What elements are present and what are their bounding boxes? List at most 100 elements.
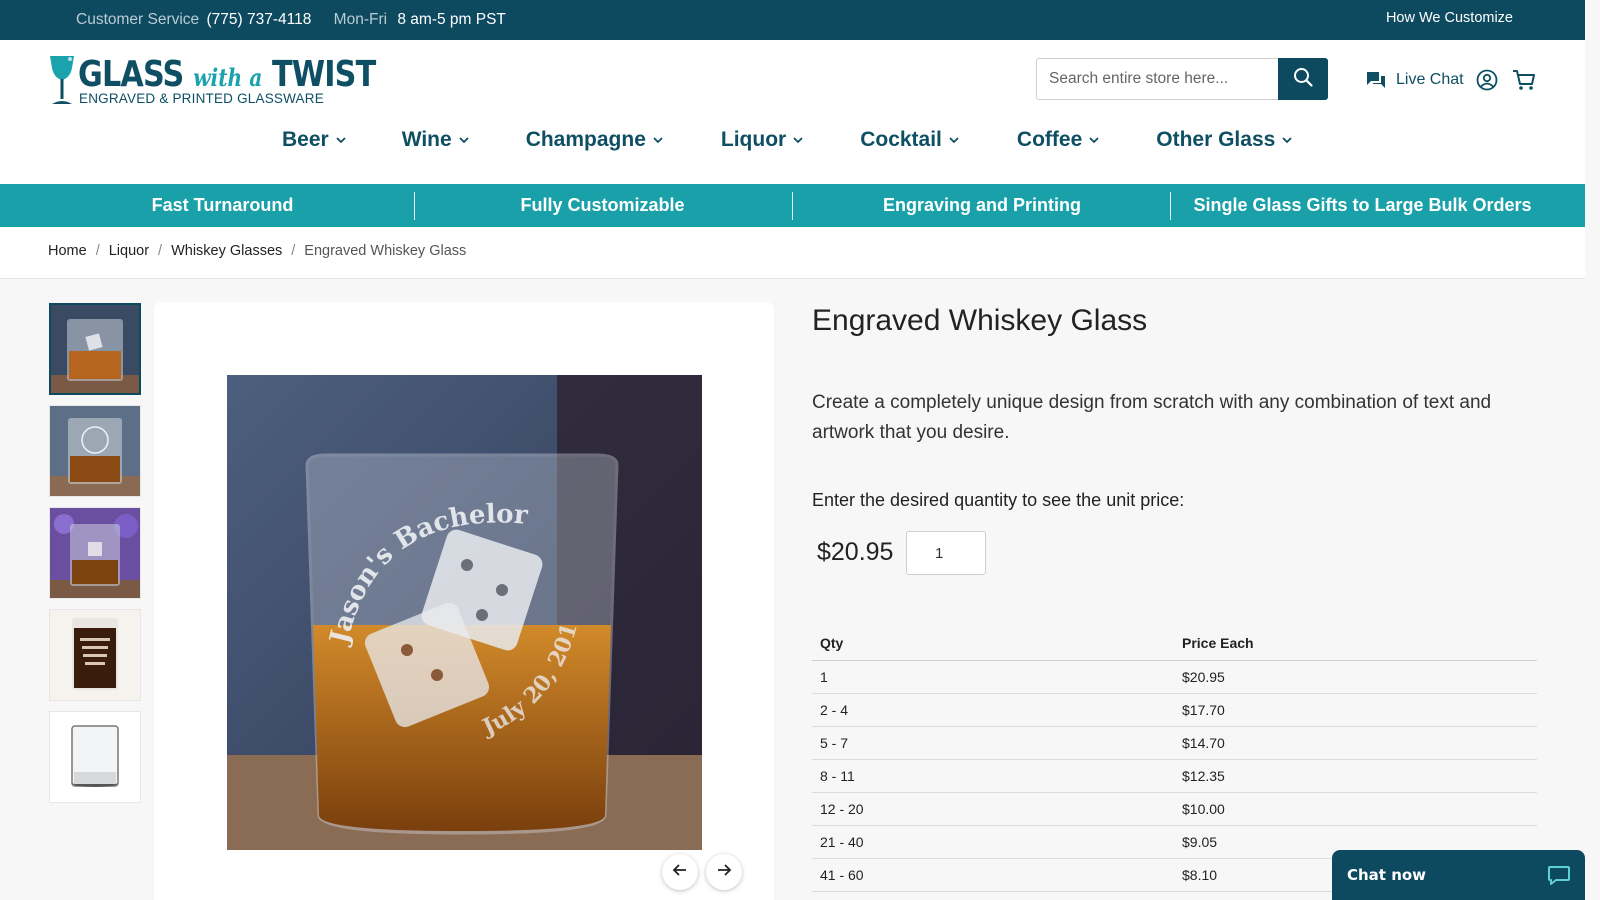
hours-label: Mon-Fri bbox=[333, 11, 388, 28]
search-box bbox=[1036, 58, 1328, 100]
cart-icon[interactable] bbox=[1512, 69, 1536, 91]
product-main-image[interactable]: Jason's Bachelor Party July 20, 2015 bbox=[227, 375, 702, 850]
how-we-customize-link[interactable]: How We Customize bbox=[1386, 10, 1513, 26]
quantity-input[interactable] bbox=[906, 531, 986, 575]
price-cell: $10.00 bbox=[1174, 792, 1537, 826]
logo-wordmark: GLASS with a TWIST bbox=[78, 54, 376, 95]
product-title: Engraved Whiskey Glass bbox=[812, 304, 1148, 337]
band-divider bbox=[414, 192, 415, 220]
nav-item-cocktail[interactable]: Cocktail bbox=[860, 128, 960, 152]
header-price-each: Price Each bbox=[1174, 626, 1537, 661]
qty-cell: 8 - 11 bbox=[812, 759, 1174, 793]
features-band: Fast Turnaround Fully Customizable Engra… bbox=[0, 184, 1585, 227]
qty-cell: 5 - 7 bbox=[812, 726, 1174, 760]
account-icon[interactable] bbox=[1476, 69, 1498, 91]
site-logo[interactable]: GLASS with a TWIST ENGRAVED & PRINTED GL… bbox=[48, 54, 376, 111]
chevron-down-icon bbox=[1281, 136, 1293, 144]
chat-bubble-icon bbox=[1547, 864, 1571, 891]
nav-label: Champagne bbox=[525, 128, 646, 151]
breadcrumb-home[interactable]: Home bbox=[48, 243, 87, 259]
feature-fast-turnaround: Fast Turnaround bbox=[151, 195, 294, 215]
header-actions: Live Chat bbox=[1366, 67, 1536, 93]
qty-cell: 12 - 20 bbox=[812, 792, 1174, 826]
chat-now-widget[interactable]: Chat now bbox=[1332, 850, 1585, 900]
table-row: 5 - 7 $14.70 bbox=[812, 726, 1537, 760]
nav-label: Liquor bbox=[720, 128, 787, 151]
table-row: 1 $20.95 bbox=[812, 660, 1537, 694]
table-row: 2 - 4 $17.70 bbox=[812, 693, 1537, 727]
quantity-prompt: Enter the desired quantity to see the un… bbox=[812, 490, 1185, 510]
product-description: Create a completely unique design from s… bbox=[812, 392, 1492, 443]
search-input[interactable] bbox=[1037, 59, 1279, 99]
chevron-down-icon bbox=[948, 136, 960, 144]
nav-item-champagne[interactable]: Champagne bbox=[526, 128, 664, 152]
search-button[interactable] bbox=[1278, 58, 1328, 100]
logo-text-glass: GLASS bbox=[78, 54, 184, 95]
breadcrumb: Home / Liquor / Whiskey Glasses / Engrav… bbox=[0, 227, 1585, 279]
logo-text-twist: TWIST bbox=[271, 54, 376, 95]
chat-now-label: Chat now bbox=[1347, 866, 1427, 884]
breadcrumb-liquor[interactable]: Liquor bbox=[109, 243, 149, 259]
product-image-viewer: Jason's Bachelor Party July 20, 2015 bbox=[154, 302, 774, 900]
breadcrumb-current: Engraved Whiskey Glass bbox=[304, 243, 467, 259]
logo-tagline: ENGRAVED & PRINTED GLASSWARE bbox=[79, 91, 324, 106]
breadcrumb-separator: / bbox=[291, 243, 296, 259]
wine-glass-logo-icon bbox=[48, 54, 76, 111]
arrow-right-icon bbox=[716, 862, 732, 883]
feature-bulk-orders: Single Glass Gifts to Large Bulk Orders bbox=[1193, 195, 1532, 215]
chevron-down-icon bbox=[458, 136, 470, 144]
nav-label: Beer bbox=[282, 128, 329, 151]
search-icon bbox=[1293, 67, 1313, 92]
main-navigation: Beer Wine Champagne Liquor Cocktail Coff… bbox=[282, 128, 1293, 152]
next-image-button[interactable] bbox=[706, 854, 742, 890]
price-cell: $17.70 bbox=[1174, 693, 1537, 727]
chat-bubbles-icon[interactable] bbox=[1366, 70, 1386, 90]
table-row: 8 - 11 $12.35 bbox=[812, 759, 1537, 793]
hours-value: 8 am-5 pm PST bbox=[397, 11, 506, 28]
feature-engraving-printing: Engraving and Printing bbox=[882, 195, 1081, 215]
customer-service-info: Customer Service (775) 737-4118 Mon-Fri … bbox=[76, 11, 506, 29]
nav-item-beer[interactable]: Beer bbox=[282, 128, 347, 152]
phone-number[interactable]: (775) 737-4118 bbox=[207, 11, 312, 28]
chevron-down-icon bbox=[792, 136, 804, 144]
top-bar: Customer Service (775) 737-4118 Mon-Fri … bbox=[0, 0, 1585, 40]
live-chat-link[interactable]: Live Chat bbox=[1396, 71, 1464, 89]
price-table-header: Qty Price Each bbox=[812, 626, 1537, 661]
price-cell: $14.70 bbox=[1174, 726, 1537, 760]
nav-label: Coffee bbox=[1016, 128, 1083, 151]
chevron-down-icon bbox=[335, 136, 347, 144]
price-cell: $12.35 bbox=[1174, 759, 1537, 793]
chevron-down-icon bbox=[652, 136, 664, 144]
breadcrumb-whiskey-glasses[interactable]: Whiskey Glasses bbox=[171, 243, 282, 259]
feature-fully-customizable: Fully Customizable bbox=[520, 195, 685, 215]
thumbnail-2[interactable] bbox=[49, 405, 141, 497]
qty-cell: 41 - 60 bbox=[812, 858, 1174, 892]
logo-text-with-a: with a bbox=[193, 63, 263, 92]
qty-cell: 1 bbox=[812, 660, 1174, 694]
thumbnail-1[interactable] bbox=[49, 303, 141, 395]
arrow-left-icon bbox=[672, 862, 688, 883]
qty-cell: 2 - 4 bbox=[812, 693, 1174, 727]
nav-item-coffee[interactable]: Coffee bbox=[1017, 128, 1100, 152]
thumbnail-3[interactable] bbox=[49, 507, 141, 599]
band-divider bbox=[792, 192, 793, 220]
nav-item-other-glass[interactable]: Other Glass bbox=[1156, 128, 1293, 152]
nav-item-liquor[interactable]: Liquor bbox=[721, 128, 804, 152]
unit-price: $20.95 bbox=[817, 538, 894, 566]
header-qty: Qty bbox=[812, 626, 1174, 661]
nav-item-wine[interactable]: Wine bbox=[402, 128, 470, 152]
nav-label: Cocktail bbox=[860, 128, 942, 151]
table-row: 12 - 20 $10.00 bbox=[812, 792, 1537, 826]
thumbnail-5[interactable] bbox=[49, 711, 141, 803]
customer-service-label: Customer Service bbox=[76, 11, 200, 28]
nav-label: Wine bbox=[401, 128, 452, 151]
breadcrumb-separator: / bbox=[158, 243, 163, 259]
band-divider bbox=[1170, 192, 1171, 220]
thumbnail-gallery bbox=[49, 303, 141, 813]
prev-image-button[interactable] bbox=[662, 854, 698, 890]
thumbnail-4[interactable] bbox=[49, 609, 141, 701]
price-cell: $20.95 bbox=[1174, 660, 1537, 694]
site-header: GLASS with a TWIST ENGRAVED & PRINTED GL… bbox=[0, 40, 1585, 184]
breadcrumb-separator: / bbox=[95, 243, 100, 259]
qty-cell: 21 - 40 bbox=[812, 825, 1174, 859]
